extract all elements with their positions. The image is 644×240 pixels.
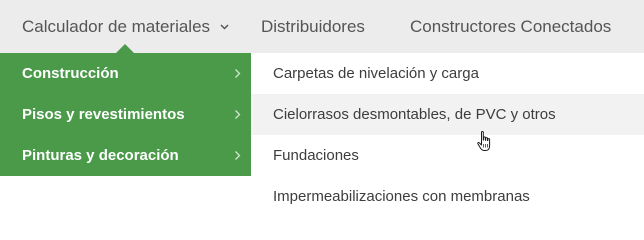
chevron-right-icon xyxy=(235,151,241,160)
subcategory-item-label: Fundaciones xyxy=(273,147,359,164)
submenu-item-construccion[interactable]: Construcción xyxy=(0,53,251,94)
submenu-item-pinturas-decoracion[interactable]: Pinturas y decoración xyxy=(0,135,251,176)
nav-distribuidores[interactable]: Distribuidores xyxy=(261,0,365,53)
subcategory-item-impermeabilizaciones[interactable]: Impermeabilizaciones con membranas xyxy=(251,176,644,217)
subcategory-item-carpetas[interactable]: Carpetas de nivelación y carga xyxy=(251,53,644,94)
subcategory-item-label: Impermeabilizaciones con membranas xyxy=(273,188,530,205)
category-submenu: Construcción Pisos y revestimientos Pint… xyxy=(0,53,251,176)
hand-pointer-cursor-icon xyxy=(477,130,491,151)
construccion-subcategory-menu: Carpetas de nivelación y carga Cielorras… xyxy=(251,53,644,230)
dropdown-pointer-arrow xyxy=(116,44,134,53)
subcategory-item-cielorrasos[interactable]: Cielorrasos desmontables, de PVC y otros xyxy=(251,94,644,135)
subcategory-item-label: Carpetas de nivelación y carga xyxy=(273,65,479,82)
nav-calculador-label: Calculador de materiales xyxy=(22,16,211,36)
nav-constructores-conectados[interactable]: Constructores Conectados xyxy=(410,0,611,53)
submenu-item-label: Construcción xyxy=(22,65,119,82)
nav-constructores-label: Constructores Conectados xyxy=(410,16,612,36)
submenu-item-label: Pisos y revestimientos xyxy=(22,106,185,123)
chevron-right-icon xyxy=(235,69,241,78)
top-navbar: Calculador de materiales Distribuidores … xyxy=(0,0,644,53)
chevron-right-icon xyxy=(235,110,241,119)
subcategory-item-fundaciones[interactable]: Fundaciones xyxy=(251,135,644,176)
submenu-item-pisos-revestimientos[interactable]: Pisos y revestimientos xyxy=(0,94,251,135)
nav-distribuidores-label: Distribuidores xyxy=(261,16,365,36)
submenu-item-label: Pinturas y decoración xyxy=(22,147,179,164)
subcategory-item-label: Cielorrasos desmontables, de PVC y otros xyxy=(273,106,556,123)
chevron-down-icon xyxy=(220,24,229,30)
